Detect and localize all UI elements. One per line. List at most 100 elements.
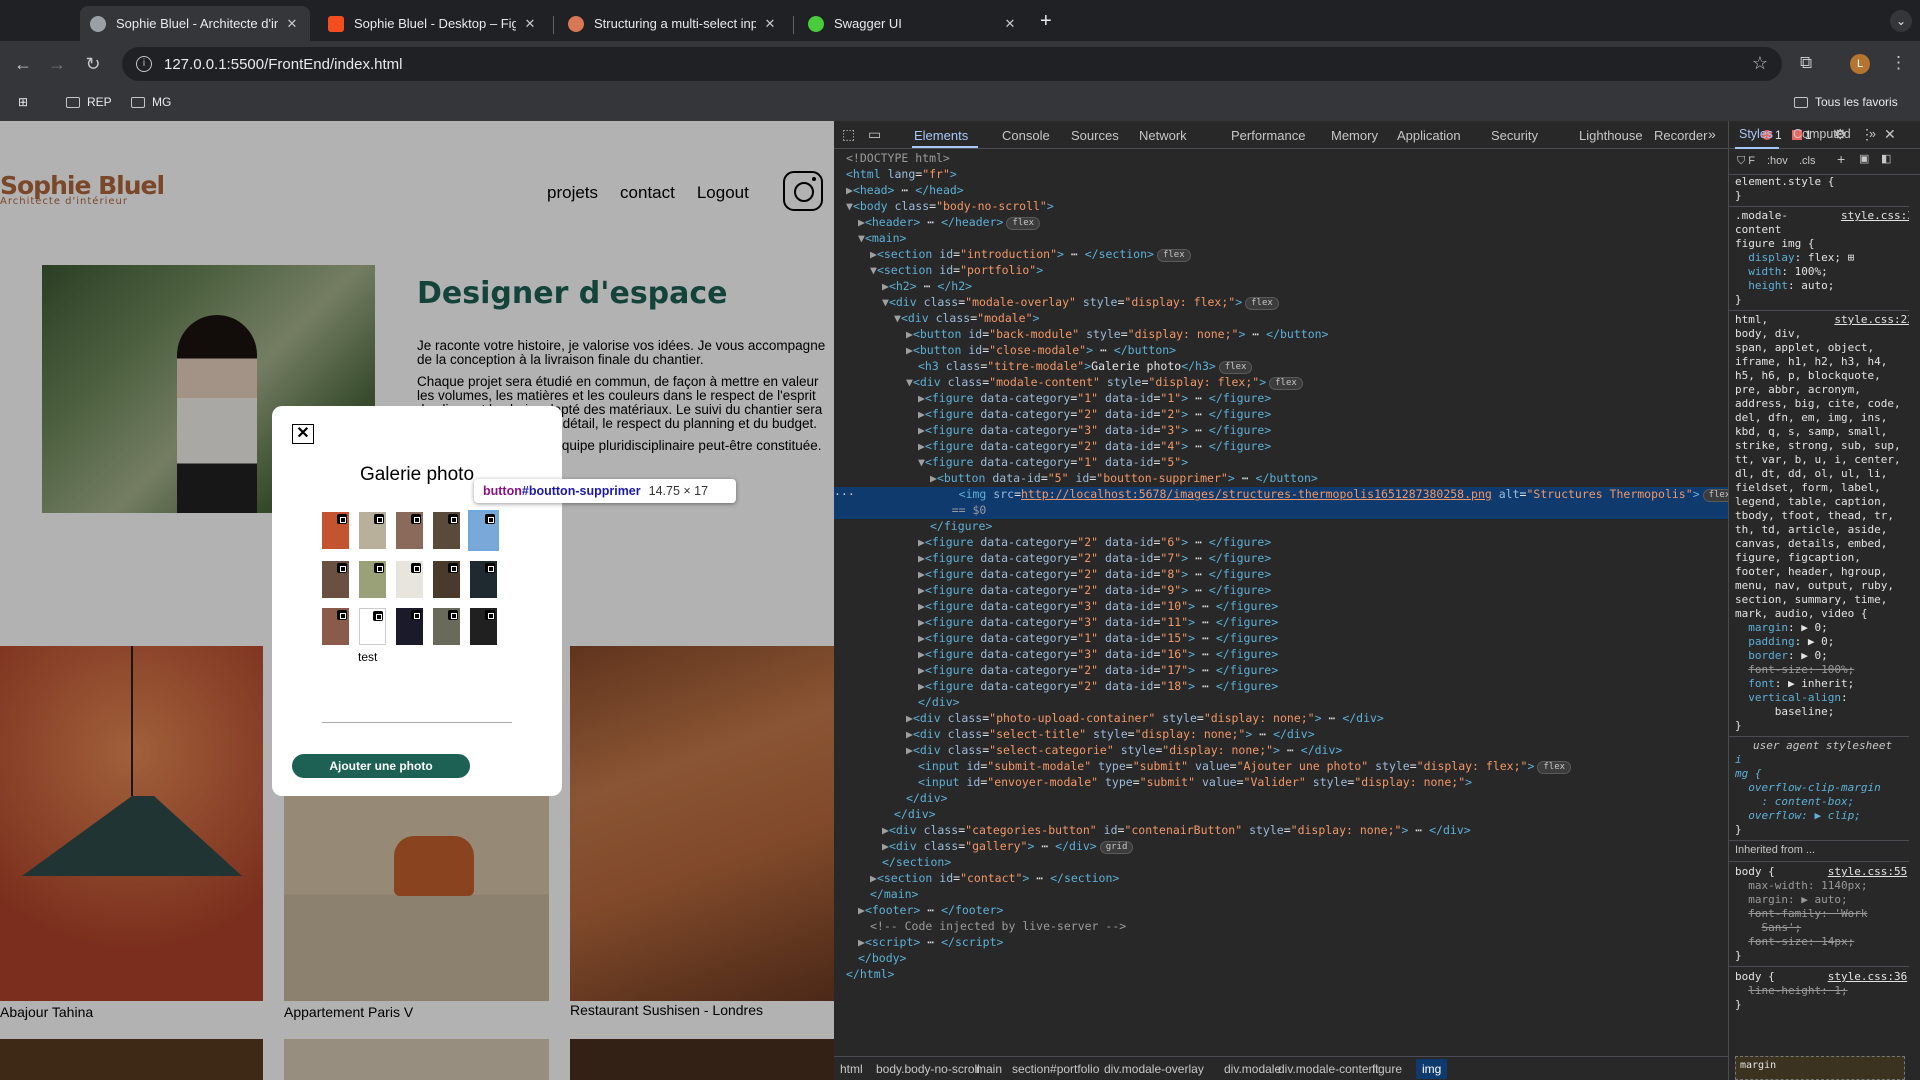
rule-line[interactable]: margin: ▶ auto; xyxy=(1735,893,1847,907)
trash-icon[interactable] xyxy=(373,611,383,621)
dom-node[interactable]: <html lang="fr"> xyxy=(846,167,957,183)
rule-line[interactable]: width: 100%; xyxy=(1735,265,1828,279)
dom-node[interactable]: <h3 class="titre-modale">Galerie photo</… xyxy=(918,359,1253,375)
more-tabs-icon[interactable]: » xyxy=(1869,127,1876,142)
dom-node[interactable]: ▶<figure data-category="2" data-id="4"> … xyxy=(918,439,1271,455)
dom-node[interactable]: </div> xyxy=(918,695,960,711)
dom-node[interactable]: ▶<footer> ⋯ </footer> xyxy=(858,903,1003,919)
filter-icon[interactable]: ⛉ F xyxy=(1737,155,1755,169)
dom-node[interactable]: ▶<div class="select-categorie" style="di… xyxy=(906,743,1342,759)
dom-node[interactable]: ▶<div class="select-title" style="displa… xyxy=(906,727,1315,743)
devtools-tab-elements[interactable]: Elements xyxy=(914,128,968,143)
devtools-tab-lighthouse[interactable]: Lighthouse xyxy=(1579,128,1643,143)
rule-line[interactable]: font-size: 100%; xyxy=(1735,663,1854,677)
trash-icon[interactable] xyxy=(485,610,495,620)
devtools-tab-memory[interactable]: Memory xyxy=(1331,128,1378,143)
back-icon[interactable]: ← xyxy=(8,49,38,79)
rule-line[interactable]: height: auto; xyxy=(1735,279,1834,293)
dom-node[interactable]: ▶<header> ⋯ </header> flex xyxy=(858,215,1041,231)
dom-node[interactable]: ▶<button id="back-module" style="display… xyxy=(906,327,1328,343)
devtools-tab-recorder[interactable]: Recorder xyxy=(1654,128,1707,143)
trash-icon[interactable] xyxy=(448,514,458,524)
dom-node[interactable]: ▶<figure data-category="2" data-id="7"> … xyxy=(918,551,1271,567)
forward-icon[interactable]: → xyxy=(42,49,72,79)
tab-swagger[interactable]: Swagger UI ✕ xyxy=(798,6,1028,41)
breadcrumb-item[interactable]: main xyxy=(976,1062,1002,1076)
breadcrumb-item[interactable]: div.modale-overlay xyxy=(1104,1062,1204,1076)
trash-icon[interactable] xyxy=(411,514,421,524)
apps-icon[interactable]: ⊞ xyxy=(18,95,28,109)
img-src-link[interactable]: http://localhost:5678/images/structures-… xyxy=(1021,487,1492,501)
dom-node[interactable]: ▼<figure data-category="1" data-id="5"> xyxy=(918,455,1188,471)
dom-node[interactable]: ▶<figure data-category="3" data-id="3"> … xyxy=(918,423,1271,439)
dom-node[interactable]: ▼<div class="modale"> xyxy=(894,311,1039,327)
all-bookmarks[interactable]: Tous les favoris xyxy=(1794,95,1898,109)
devtools-tab-network[interactable]: Network xyxy=(1139,128,1187,143)
dom-node[interactable]: ▶<figure data-category="3" data-id="16">… xyxy=(918,647,1278,663)
dom-node[interactable]: ▶<section id="introduction"> ⋯ </section… xyxy=(870,247,1191,263)
rule-source[interactable]: style.css:36 xyxy=(1828,970,1907,983)
dom-node[interactable]: ▶<figure data-category="2" data-id="18">… xyxy=(918,679,1278,695)
rule-line[interactable]: border: ▶ 0; xyxy=(1735,649,1828,663)
dom-node[interactable]: ▼<body class="body-no-scroll"> xyxy=(846,199,1054,215)
rule-line[interactable]: display: flex; ⊞ xyxy=(1735,251,1854,265)
dom-node[interactable]: </div> xyxy=(894,807,936,823)
dom-node[interactable]: </html> xyxy=(846,967,894,983)
dom-node[interactable]: ▶<script> ⋯ </script> xyxy=(858,935,1003,951)
trash-icon[interactable] xyxy=(337,610,347,620)
close-modal-button[interactable]: ✕ xyxy=(292,424,314,444)
devtools-tab-security[interactable]: Security xyxy=(1491,128,1538,143)
dom-node[interactable]: </main> xyxy=(870,887,918,903)
device-toolbar-icon[interactable]: ▭ xyxy=(868,126,881,143)
tab-structuring[interactable]: Structuring a multi-select inp ✕ xyxy=(558,6,788,41)
dom-node-selected[interactable]: ··· <img src=http://localhost:5678/image… xyxy=(834,487,1728,503)
chrome-menu-icon[interactable]: ⋮ xyxy=(1890,53,1907,73)
tab-figma[interactable]: Sophie Bluel - Desktop – Figr ✕ xyxy=(318,6,548,41)
dom-node[interactable]: ▼<div class="modale-content" style="disp… xyxy=(906,375,1303,391)
dom-node[interactable]: ▶<div class="photo-upload-container" sty… xyxy=(906,711,1384,727)
address-bar[interactable]: i 127.0.0.1:5500/FrontEnd/index.html ☆ xyxy=(122,47,1782,81)
rule-line[interactable]: font-family: 'Work xyxy=(1735,907,1867,921)
trash-icon[interactable] xyxy=(411,563,421,573)
dom-node[interactable]: <input id="submit-modale" type="submit" … xyxy=(918,759,1572,775)
bookmark-star-icon[interactable]: ☆ xyxy=(1752,53,1768,74)
trash-icon[interactable] xyxy=(485,514,495,524)
devtools-tab-application[interactable]: Application xyxy=(1397,128,1461,143)
cls-toggle[interactable]: .cls xyxy=(1799,155,1816,169)
rule-source[interactable]: style.css:23 xyxy=(1834,313,1909,326)
trash-icon[interactable] xyxy=(337,563,347,573)
dom-node[interactable]: </div> xyxy=(906,791,948,807)
bookmark-rep[interactable]: REP xyxy=(66,95,112,109)
breadcrumb-item[interactable]: body.body-no-scroll xyxy=(876,1062,980,1076)
dom-node[interactable]: ▶<figure data-category="1" data-id="15">… xyxy=(918,631,1278,647)
dom-node[interactable]: ▶<button id="close-modale"> ⋯ </button> xyxy=(906,343,1176,359)
trash-icon[interactable] xyxy=(448,563,458,573)
reload-icon[interactable]: ↻ xyxy=(78,49,108,79)
rule-line[interactable]: body { style.css:55 xyxy=(1735,865,1907,879)
breadcrumb-item[interactable]: section#portfolio xyxy=(1012,1062,1099,1076)
breadcrumb-item[interactable]: html xyxy=(840,1062,863,1076)
dom-node[interactable]: ▶<head> ⋯ </head> xyxy=(846,183,964,199)
add-photo-button[interactable]: Ajouter une photo xyxy=(292,754,470,778)
bookmark-mg[interactable]: MG xyxy=(131,95,171,109)
dom-node[interactable]: ▶<h2> ⋯ </h2> xyxy=(882,279,972,295)
dom-node[interactable]: ▶<figure data-category="2" data-id="6"> … xyxy=(918,535,1271,551)
dom-node[interactable]: ▶<figure data-category="2" data-id="9"> … xyxy=(918,583,1271,599)
trash-icon[interactable] xyxy=(485,563,495,573)
dom-node[interactable]: </section> xyxy=(882,855,951,871)
dom-node[interactable]: ▶<figure data-category="1" data-id="1"> … xyxy=(918,391,1271,407)
dom-node[interactable]: ▶<div class="gallery"> ⋯ </div> grid xyxy=(882,839,1134,855)
dom-node[interactable]: ▶<div class="categories-button" id="cont… xyxy=(882,823,1471,839)
devtools-tab-console[interactable]: Console xyxy=(1002,128,1050,143)
rule-source[interactable]: style.css:384 xyxy=(1841,209,1909,222)
rule-line[interactable]: padding: ▶ 0; xyxy=(1735,635,1834,649)
dom-node[interactable]: ▶<figure data-category="2" data-id="2"> … xyxy=(918,407,1271,423)
more-tabs-icon[interactable]: » xyxy=(1708,126,1716,142)
dom-node[interactable]: <input id="envoyer-modale" type="submit"… xyxy=(918,775,1472,791)
tab-styles[interactable]: Styles xyxy=(1739,127,1773,142)
breadcrumb-item[interactable]: div.modale xyxy=(1224,1062,1281,1076)
hov-toggle[interactable]: :hov xyxy=(1767,155,1788,169)
dom-node[interactable]: ▼<section id="portfolio"> xyxy=(870,263,1043,279)
rule-line[interactable]: font: ▶ inherit; xyxy=(1735,677,1854,691)
sidebar-toggle-icon[interactable]: ◧ xyxy=(1881,153,1891,167)
